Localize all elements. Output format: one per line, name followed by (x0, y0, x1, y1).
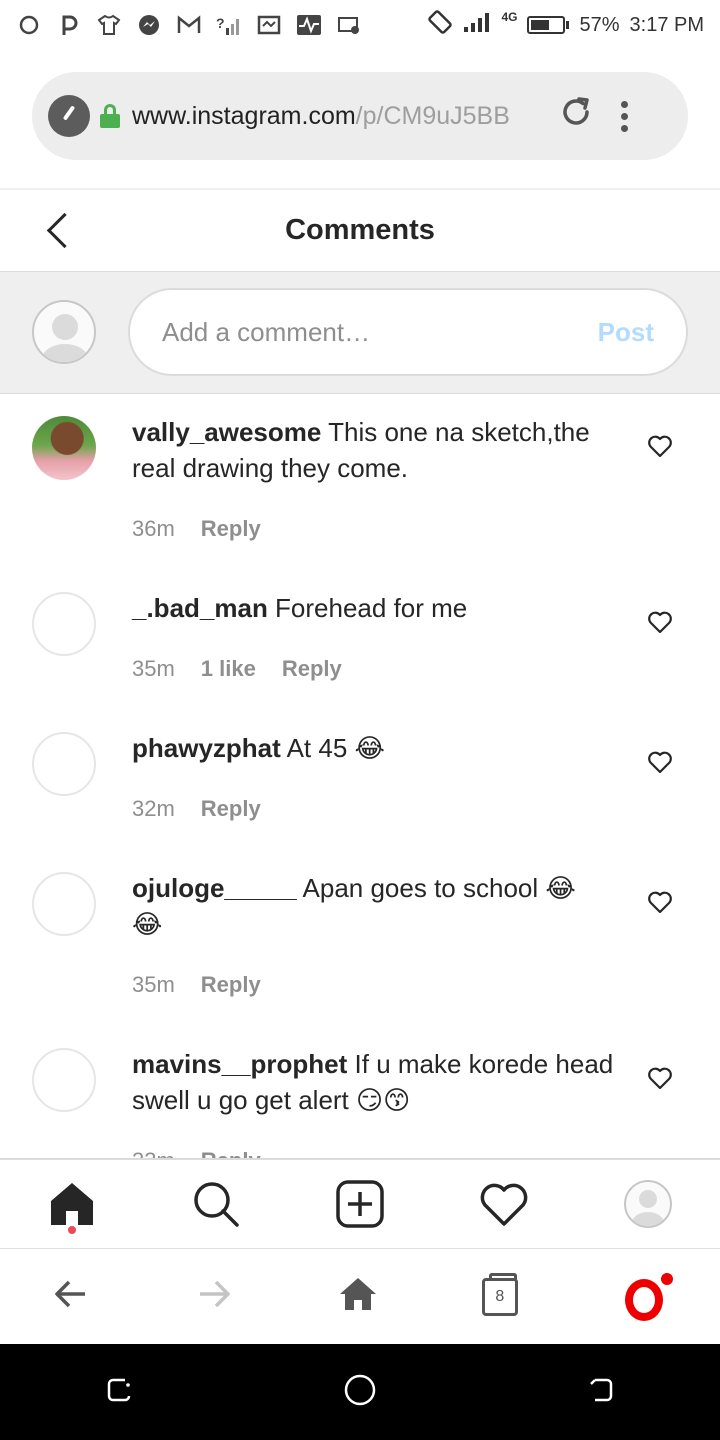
search-tab[interactable] (186, 1174, 246, 1234)
comment-time: 35m (132, 972, 175, 997)
post-button[interactable]: Post (598, 317, 654, 348)
back-button-icon[interactable] (585, 1374, 617, 1411)
reply-button[interactable]: Reply (201, 796, 261, 822)
opera-menu-icon[interactable] (621, 1270, 675, 1321)
profile-avatar (624, 1180, 672, 1228)
tabs-button[interactable]: 8 (481, 1272, 518, 1316)
comment-username[interactable]: phawyzphat (132, 733, 281, 763)
likes-count[interactable]: 1 like (201, 656, 256, 682)
avatar[interactable] (32, 732, 96, 796)
messenger-bubble-icon (16, 12, 42, 38)
comment-username[interactable]: _.bad_man (132, 593, 268, 623)
speed-dial-icon[interactable] (48, 95, 90, 137)
comment-time: 35m (132, 656, 175, 681)
reply-button[interactable]: Reply (201, 972, 261, 998)
status-bar: ? 4G 57% 3:17 PM (0, 0, 720, 50)
avatar (32, 300, 96, 364)
activity-heart-icon (480, 1183, 528, 1226)
avatar[interactable] (32, 872, 96, 936)
like-heart-icon[interactable] (646, 748, 674, 776)
reload-icon[interactable] (556, 94, 596, 139)
comment-text: _.bad_man Forehead for me (132, 590, 622, 626)
browser-home-icon[interactable] (337, 1274, 379, 1319)
comment-box[interactable]: Post (128, 288, 688, 376)
system-nav-bar (0, 1344, 720, 1440)
forward-arrow-icon[interactable] (194, 1274, 234, 1319)
avatar[interactable] (32, 1048, 96, 1112)
network-type: 4G (501, 10, 518, 24)
home-icon (51, 1183, 93, 1225)
messenger-icon (136, 12, 162, 38)
comment-text: phawyzphat At 45 😂 (132, 730, 622, 766)
new-post-tab[interactable] (330, 1174, 390, 1234)
comment-meta: 32m Reply (132, 796, 261, 822)
pinterest-icon (56, 12, 82, 38)
url-path: /p/CM9uJ5BB (355, 101, 510, 130)
comment-meta: 33m Reply (132, 1148, 261, 1158)
gmail-icon (176, 12, 202, 38)
avatar[interactable] (32, 416, 96, 480)
like-heart-icon[interactable] (646, 608, 674, 636)
instagram-tab-bar (0, 1158, 720, 1248)
address-bar[interactable]: www.instagram.com/p/CM9uJ5BB (32, 72, 688, 160)
comment-time: 36m (132, 516, 175, 541)
signal-question-icon: ? (216, 12, 242, 38)
comment-text: mavins__prophet If u make korede head sw… (132, 1046, 622, 1118)
avatar[interactable] (32, 592, 96, 656)
sms-block-icon (336, 12, 362, 38)
comment-username[interactable]: mavins__prophet (132, 1049, 347, 1079)
back-chevron-icon[interactable] (42, 212, 82, 252)
like-heart-icon[interactable] (646, 888, 674, 916)
svg-text:?: ? (216, 15, 225, 31)
back-arrow-icon[interactable] (51, 1274, 91, 1319)
like-heart-icon[interactable] (646, 432, 674, 460)
url-host: www.instagram.com (132, 101, 356, 130)
like-heart-icon[interactable] (646, 1064, 674, 1092)
battery-icon (527, 16, 570, 34)
comments-header: Comments (0, 188, 720, 272)
signal-icon (463, 11, 491, 39)
notification-dot (68, 1226, 76, 1234)
notification-icons: ? (16, 12, 362, 38)
comment-time: 33m (132, 1148, 175, 1158)
comment-list[interactable]: vally_awesome This one na sketch,the rea… (0, 394, 720, 1158)
comment-body: Forehead for me (267, 593, 468, 623)
reply-button[interactable]: Reply (201, 1148, 261, 1158)
comment-meta: 35m Reply (132, 972, 261, 998)
reply-button[interactable]: Reply (282, 656, 342, 682)
cast-icon (256, 12, 282, 38)
system-icons: 4G 57% 3:17 PM (427, 9, 704, 41)
comment-composer: Post (0, 272, 720, 394)
comment-time: 32m (132, 796, 175, 821)
comment-username[interactable]: vally_awesome (132, 417, 321, 447)
pulse-icon (296, 12, 322, 38)
tabs-count: 8 (495, 1287, 505, 1305)
activity-tab[interactable] (474, 1174, 534, 1234)
search-icon (194, 1182, 239, 1227)
home-tab[interactable] (42, 1174, 102, 1234)
url-text[interactable]: www.instagram.com/p/CM9uJ5BB (132, 102, 542, 131)
browser-nav-bar: 8 (0, 1248, 720, 1344)
recents-icon[interactable] (103, 1374, 135, 1411)
comment-meta: 36m Reply (132, 516, 261, 542)
comment-input[interactable] (162, 316, 598, 348)
reply-button[interactable]: Reply (201, 516, 261, 542)
new-post-icon (336, 1180, 384, 1228)
comment-username[interactable]: ojuloge_____ (132, 873, 297, 903)
lock-icon[interactable] (100, 104, 120, 128)
tshirt-icon (96, 12, 122, 38)
comment-meta: 35m 1 like Reply (132, 656, 342, 682)
clock: 3:17 PM (629, 13, 704, 36)
comment-text: ojuloge_____ Apan goes to school 😂 😂 (132, 870, 612, 942)
rotate-icon (427, 9, 453, 41)
browser-menu-icon[interactable] (614, 100, 634, 132)
profile-tab[interactable] (618, 1174, 678, 1234)
page-title: Comments (285, 214, 435, 246)
home-button-icon[interactable] (342, 1372, 378, 1413)
comment-text: vally_awesome This one na sketch,the rea… (132, 414, 622, 486)
comment-body: At 45 😂 (280, 733, 385, 763)
browser-toolbar: www.instagram.com/p/CM9uJ5BB (0, 50, 720, 188)
battery-percent: 57% (579, 13, 620, 36)
